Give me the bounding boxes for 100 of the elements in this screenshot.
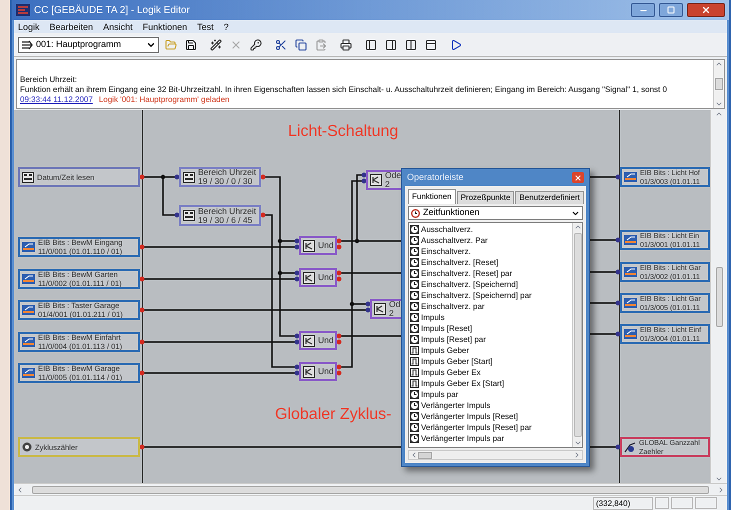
- log-time-link[interactable]: 09:33:44 11.12.2007: [20, 95, 93, 105]
- function-block[interactable]: Und: [299, 236, 337, 255]
- input-port[interactable]: [616, 300, 620, 306]
- horizontal-scrollbar[interactable]: [14, 483, 727, 495]
- bus-icon: [22, 242, 35, 252]
- menu-item[interactable]: Test: [197, 20, 214, 32]
- output-port[interactable]: [260, 174, 266, 180]
- gate-icon: [303, 334, 315, 346]
- pulse-icon: [410, 379, 419, 388]
- junction-dot: [278, 238, 282, 244]
- bus-icon: [22, 368, 35, 378]
- section-label: Globaler Zyklus-: [275, 405, 392, 425]
- bus-icon: [624, 329, 637, 339]
- log-message: Logik '001: Hauptprogramm' geladen: [98, 95, 230, 105]
- maximize-button[interactable]: [659, 3, 683, 17]
- bus-icon: [624, 298, 637, 308]
- maximize-icon: [667, 6, 675, 14]
- scroll-thumb[interactable]: [32, 486, 709, 494]
- function-block[interactable]: Bereich Uhrzeit 19 / 30 / 6 / 45: [179, 205, 261, 226]
- close-button[interactable]: [687, 3, 725, 17]
- scroll-thumb[interactable]: [715, 78, 723, 90]
- scroll-thumb[interactable]: [418, 452, 432, 458]
- node-label: Bereich Uhrzeit: [198, 207, 256, 216]
- clock-icon: [410, 225, 419, 234]
- horizontal-scrollbar[interactable]: [408, 450, 583, 460]
- scroll-down-icon: [715, 475, 723, 483]
- junction-dot: [160, 174, 166, 180]
- input-port[interactable]: [616, 174, 620, 180]
- function-block[interactable]: Bereich Uhrzeit 19 / 30 / 0 / 30: [179, 167, 261, 187]
- layout-icon: [425, 38, 437, 50]
- function-block[interactable]: Und: [299, 331, 337, 350]
- status-pane: [655, 497, 669, 509]
- node-label: Od: [389, 301, 400, 309]
- function-block[interactable]: Und: [299, 268, 337, 287]
- clock-icon: [410, 434, 419, 443]
- clock-icon: [410, 313, 419, 322]
- function-block[interactable]: Ode 2: [366, 170, 401, 190]
- node-label: 19 / 30 / 6 / 45: [198, 216, 254, 224]
- pulse-icon: [410, 368, 419, 377]
- clock-icon: [410, 423, 419, 432]
- output-port[interactable]: [260, 212, 266, 218]
- vertical-scrollbar[interactable]: [713, 60, 724, 108]
- paste-icon: [315, 38, 327, 50]
- menu-item[interactable]: Funktionen: [142, 20, 188, 32]
- scroll-thumb[interactable]: [574, 233, 582, 437]
- status-pane: [695, 497, 717, 509]
- menu-item[interactable]: Ansicht: [103, 20, 133, 32]
- message-text: Funktion erhält an ihrem Eingang eine 32 Bit-Uhrzeitzahl. In ihren Eigenschaften lassen sich Einschalt- u. Ausschaltuhrzeit definieren; Eingang im Bereich: Ausgang "Signal" 1, sonst 0: [20, 85, 668, 95]
- minimize-button[interactable]: [631, 3, 655, 17]
- close-button[interactable]: [572, 172, 584, 183]
- bus-icon: [22, 305, 35, 315]
- category-select[interactable]: Zeitfunktionen: [408, 206, 583, 220]
- gate-icon: [303, 272, 315, 284]
- input-port[interactable]: [174, 212, 180, 218]
- vertical-scrollbar[interactable]: [572, 223, 582, 447]
- menu-item[interactable]: Logik: [18, 20, 40, 32]
- panel-tab[interactable]: Benutzerdefiniert: [515, 191, 584, 204]
- scroll-thumb[interactable]: [716, 266, 722, 326]
- node-label: Und: [318, 241, 334, 250]
- cursor-coordinates: (332,840): [593, 496, 653, 510]
- panel-tab[interactable]: Funktionen: [408, 189, 456, 204]
- output-port[interactable]: [140, 370, 144, 376]
- output-port[interactable]: [140, 340, 144, 344]
- wire: [590, 176, 618, 178]
- scroll-down-icon: [574, 439, 582, 447]
- wire: [590, 302, 618, 304]
- function-block[interactable]: Und: [299, 362, 337, 381]
- input-port[interactable]: [616, 444, 620, 450]
- wand-icon: [210, 38, 222, 50]
- scroll-left-icon: [16, 486, 24, 494]
- flow-icon: [21, 40, 33, 50]
- scroll-up-icon: [574, 223, 582, 231]
- clock-icon: [410, 335, 419, 344]
- output-port[interactable]: [140, 174, 144, 180]
- clock-icon: [410, 412, 419, 421]
- program-select[interactable]: 001: Hauptprogramm: [18, 36, 159, 52]
- clock-icon: [410, 390, 419, 399]
- wire: [590, 271, 618, 273]
- menu-item[interactable]: Bearbeiten: [50, 20, 94, 32]
- output-port[interactable]: [140, 244, 144, 250]
- output-port[interactable]: [140, 308, 144, 312]
- message-heading: Bereich Uhrzeit:: [20, 75, 78, 85]
- copy-icon: [295, 38, 307, 50]
- vertical-scrollbar[interactable]: [710, 110, 727, 483]
- input-port[interactable]: [174, 174, 180, 180]
- play-icon: [450, 38, 462, 50]
- input-port[interactable]: [616, 238, 620, 242]
- scroll-up-icon: [715, 110, 723, 118]
- output-port[interactable]: [140, 444, 144, 450]
- output-port[interactable]: [140, 276, 144, 282]
- menu-item[interactable]: ?: [224, 20, 229, 32]
- calendar-icon: [183, 172, 195, 182]
- panel-title: Operatorleiste: [407, 170, 464, 184]
- function-block[interactable]: Od 2: [370, 299, 401, 319]
- logic-canvas[interactable]: [14, 110, 710, 483]
- wire: [590, 446, 618, 448]
- panel-tab[interactable]: Prozeßpunkte: [456, 191, 514, 204]
- input-port[interactable]: [616, 332, 620, 336]
- input-port[interactable]: [616, 270, 620, 274]
- gate-icon: [303, 240, 315, 252]
